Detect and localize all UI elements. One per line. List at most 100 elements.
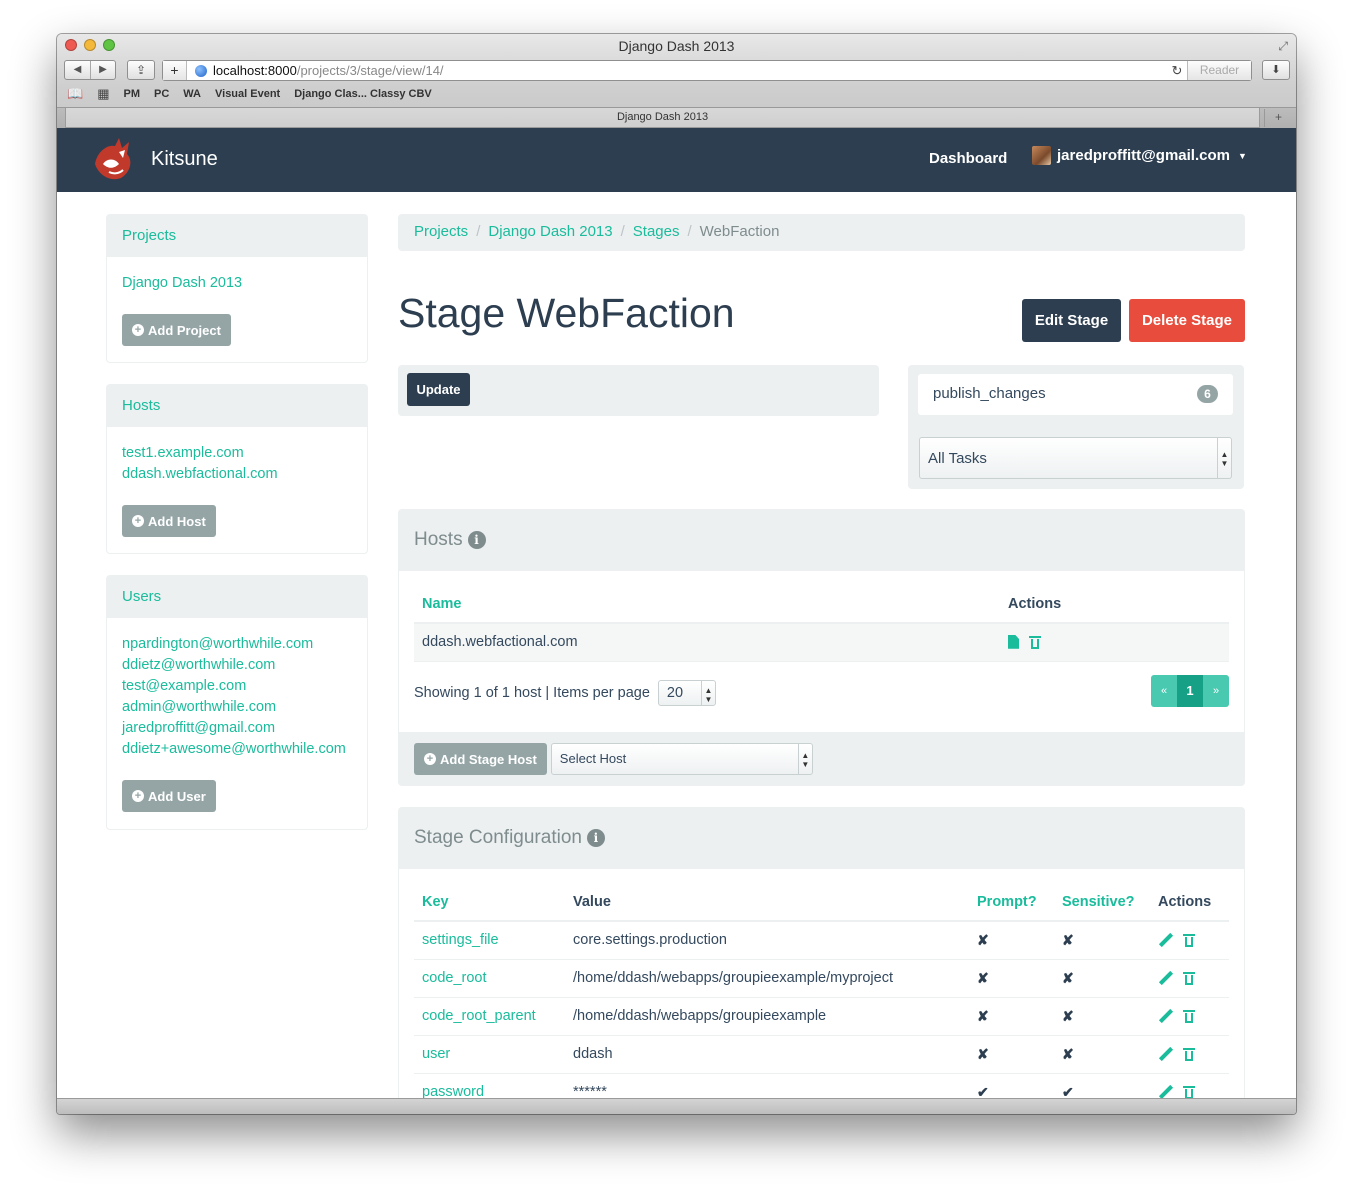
config-key-cell[interactable]: password <box>414 1073 565 1098</box>
prompt-mark: ✘ <box>969 959 1054 998</box>
config-key-cell[interactable]: user <box>414 1035 565 1074</box>
task-filter-select[interactable]: All Tasks ▲ ▼ <box>919 437 1232 479</box>
update-well: Update <box>398 365 879 416</box>
fullscreen-icon[interactable]: ⤢ <box>1278 39 1288 54</box>
bookmark-item[interactable]: PC <box>154 88 169 100</box>
select-arrows-icon: ▲ ▼ <box>797 744 812 774</box>
user-link[interactable]: ddietz@worthwhile.com <box>122 655 352 676</box>
config-key-cell[interactable]: code_root <box>414 959 565 998</box>
trash-icon[interactable] <box>1183 971 1195 986</box>
pencil-icon[interactable] <box>1158 1009 1173 1024</box>
brand-name[interactable]: Kitsune <box>151 148 218 171</box>
column-header-name[interactable]: Name <box>414 586 1000 624</box>
info-icon[interactable]: i <box>467 531 486 549</box>
pencil-icon[interactable] <box>1158 971 1173 986</box>
trash-icon[interactable] <box>1183 1009 1195 1024</box>
reading-list-icon[interactable]: 📖 <box>67 86 83 102</box>
pencil-icon[interactable] <box>1158 1047 1173 1062</box>
user-link[interactable]: ddietz+awesome@worthwhile.com <box>122 739 352 760</box>
browser-chrome: Django Dash 2013 ⤢ ◀ ▶ ⇪ + localhost:800… <box>57 34 1296 128</box>
trash-icon[interactable] <box>1183 1085 1195 1098</box>
sensitive-mark: ✘ <box>1054 959 1150 998</box>
bookmark-item[interactable]: PM <box>123 88 140 100</box>
share-button[interactable]: ⇪ <box>127 60 155 80</box>
add-project-button[interactable]: + Add Project <box>122 314 231 346</box>
bookmark-item[interactable]: Django Clas... Classy CBV <box>294 88 432 100</box>
column-header-key[interactable]: Key <box>414 884 565 922</box>
reload-icon[interactable]: ↻ <box>1167 63 1187 79</box>
delete-stage-button[interactable]: Delete Stage <box>1129 299 1245 342</box>
new-tab-button[interactable]: + <box>1264 109 1292 127</box>
browser-window: Django Dash 2013 ⤢ ◀ ▶ ⇪ + localhost:800… <box>57 34 1296 1114</box>
config-key-cell[interactable]: code_root_parent <box>414 997 565 1036</box>
downloads-button[interactable]: ⬇ <box>1262 60 1290 80</box>
pagination: « 1 » <box>1151 674 1229 707</box>
prompt-mark: ✔ <box>969 1073 1054 1098</box>
items-per-page-select[interactable]: 20 ▲ ▼ <box>657 679 716 706</box>
pagination-current[interactable]: 1 <box>1177 674 1203 707</box>
table-row: ddash.webfactional.com <box>414 623 1229 662</box>
user-link[interactable]: npardington@worthwhile.com <box>122 634 352 655</box>
user-link[interactable]: jaredproffitt@gmail.com <box>122 718 352 739</box>
kitsune-fox-logo[interactable] <box>89 134 139 184</box>
pagination-next[interactable]: » <box>1203 674 1229 707</box>
breadcrumb-stages[interactable]: Stages <box>633 223 680 242</box>
config-key-cell[interactable]: settings_file <box>414 921 565 960</box>
task-name: publish_changes <box>933 385 1046 402</box>
sensitive-mark: ✘ <box>1054 997 1150 1036</box>
user-link[interactable]: admin@worthwhile.com <box>122 697 352 718</box>
nav-dashboard-link[interactable]: Dashboard <box>929 150 1007 167</box>
breadcrumb-project[interactable]: Django Dash 2013 <box>488 223 612 242</box>
top-sites-icon[interactable]: ▦ <box>97 86 109 102</box>
pencil-icon[interactable] <box>1158 1085 1173 1099</box>
address-bar[interactable]: + localhost:8000/projects/3/stage/view/1… <box>162 60 1252 81</box>
file-icon[interactable] <box>1008 634 1019 649</box>
pencil-icon[interactable] <box>1158 933 1173 948</box>
column-header-sensitive[interactable]: Sensitive? <box>1054 884 1150 922</box>
column-header-actions: Actions <box>1000 586 1229 624</box>
edit-stage-button[interactable]: Edit Stage <box>1022 299 1121 342</box>
add-host-button[interactable]: + Add Host <box>122 505 216 537</box>
add-stage-host-button[interactable]: + Add Stage Host <box>414 743 547 775</box>
config-section-title: Stage Configuration <box>414 827 582 848</box>
breadcrumb-separator: / <box>476 223 481 240</box>
host-link[interactable]: ddash.webfactional.com <box>122 464 352 485</box>
update-button[interactable]: Update <box>407 373 470 406</box>
user-link[interactable]: test@example.com <box>122 676 352 697</box>
user-menu[interactable]: jaredproffitt@gmail.com ▼ <box>1032 146 1247 165</box>
sensitive-mark: ✔ <box>1054 1073 1150 1098</box>
select-arrows-icon: ▲ ▼ <box>700 680 715 705</box>
breadcrumb-separator: / <box>687 223 692 240</box>
forward-button[interactable]: ▶ <box>90 61 115 79</box>
showing-summary: Showing 1 of 1 host | Items per page 20 … <box>414 679 716 706</box>
config-value-cell: /home/ddash/webapps/groupieexample <box>565 997 969 1036</box>
host-link[interactable]: test1.example.com <box>122 443 352 464</box>
select-host-dropdown[interactable]: Select Host ▲ ▼ <box>550 743 813 775</box>
task-well: publish_changes 6 All Tasks ▲ ▼ <box>908 365 1244 489</box>
column-header-prompt[interactable]: Prompt? <box>969 884 1054 922</box>
window-status-bar <box>57 1098 1296 1114</box>
task-item[interactable]: publish_changes 6 <box>918 374 1233 415</box>
breadcrumb-projects[interactable]: Projects <box>414 223 468 242</box>
info-icon[interactable]: i <box>586 829 605 847</box>
actions-cell <box>1150 1073 1229 1098</box>
stage-config-section: Stage Configuration i Key Value Prompt? … <box>398 807 1245 1098</box>
plus-circle-icon: + <box>132 515 144 527</box>
bookmark-item[interactable]: Visual Event <box>215 88 280 100</box>
reader-button[interactable]: Reader <box>1187 61 1251 80</box>
url-field[interactable]: localhost:8000/projects/3/stage/view/14/ <box>213 63 1167 78</box>
trash-icon[interactable] <box>1183 1047 1195 1062</box>
column-header-value: Value <box>565 884 969 922</box>
browser-tab[interactable]: Django Dash 2013 <box>65 108 1260 128</box>
project-link[interactable]: Django Dash 2013 <box>122 273 352 294</box>
back-button[interactable]: ◀ <box>65 61 90 79</box>
add-bookmark-button[interactable]: + <box>163 61 187 80</box>
prompt-mark: ✘ <box>969 997 1054 1036</box>
sensitive-mark: ✘ <box>1054 921 1150 960</box>
pagination-prev[interactable]: « <box>1151 674 1177 707</box>
add-user-button[interactable]: + Add User <box>122 780 216 812</box>
trash-icon[interactable] <box>1029 635 1041 650</box>
actions-cell <box>1150 1035 1229 1074</box>
trash-icon[interactable] <box>1183 933 1195 948</box>
bookmark-item[interactable]: WA <box>183 88 201 100</box>
